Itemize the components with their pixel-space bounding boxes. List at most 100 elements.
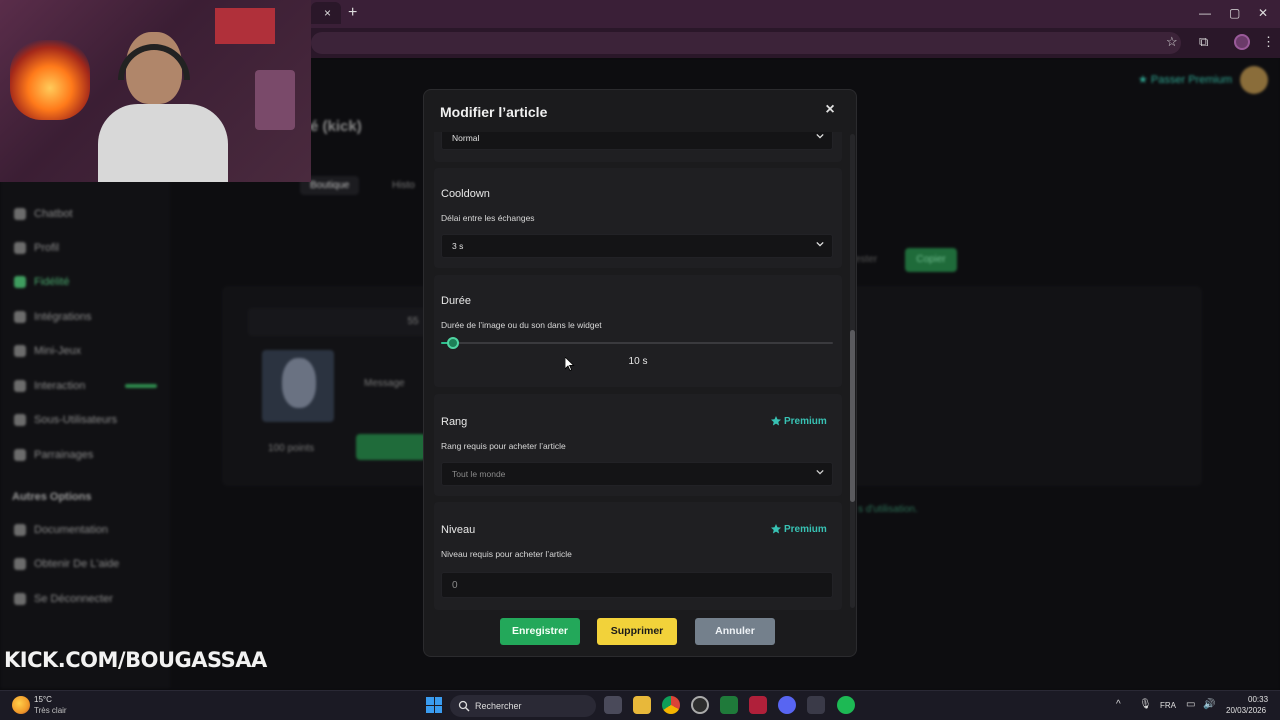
maximize-icon[interactable]: ▢ xyxy=(1229,6,1240,20)
sidebar-item-documentation[interactable]: Documentation xyxy=(14,524,108,536)
weather-icon[interactable] xyxy=(12,696,30,714)
user-avatar[interactable] xyxy=(1240,66,1268,94)
sidebar-item-sous-utilisateurs[interactable]: Sous-Utilisateurs xyxy=(14,414,117,426)
niveau-subtitle: Niveau requis pour acheter l’article xyxy=(441,549,572,559)
card-action-button[interactable] xyxy=(356,434,426,460)
chrome-icon[interactable] xyxy=(662,696,680,714)
clock-time[interactable]: 00:33 xyxy=(1248,695,1268,704)
sidebar-item-interaction[interactable]: Interaction xyxy=(14,380,85,392)
card-message-label: Message xyxy=(364,378,405,389)
flag-decoration xyxy=(215,8,275,44)
webcam-overlay xyxy=(0,0,311,182)
windows-start-icon[interactable] xyxy=(426,697,442,713)
sidebar-item-deconnexion[interactable]: Se Déconnecter xyxy=(14,593,113,605)
modal-scrollbar-thumb[interactable] xyxy=(850,330,855,502)
card-points: 100 points xyxy=(268,443,315,454)
spotify-icon[interactable] xyxy=(837,696,855,714)
minimize-icon[interactable]: — xyxy=(1199,6,1211,20)
duree-subtitle: Durée de l’image ou du son dans le widge… xyxy=(441,320,602,330)
app-icon-tray[interactable] xyxy=(807,696,825,714)
windows-taskbar: 15°C Très clair Rechercher ^ 🎙 FRA ▭ 🔊 0… xyxy=(0,690,1280,720)
app-icon-green[interactable] xyxy=(720,696,738,714)
clock-date[interactable]: 20/03/2026 xyxy=(1226,706,1266,715)
users-icon xyxy=(14,414,26,426)
weather-temperature: 15°C xyxy=(34,695,52,704)
close-icon[interactable]: × xyxy=(822,102,838,118)
menu-kebab-icon[interactable]: ⋮ xyxy=(1262,34,1275,50)
cancel-button[interactable]: Annuler xyxy=(695,618,775,645)
duree-section: Durée Durée de l’image ou du son dans le… xyxy=(434,275,842,387)
language-indicator[interactable]: FRA xyxy=(1160,701,1176,710)
save-button[interactable]: Enregistrer xyxy=(500,618,580,645)
delete-button[interactable]: Supprimer xyxy=(597,618,677,645)
rang-select-value: Tout le monde xyxy=(452,469,506,479)
niveau-input[interactable]: 0 xyxy=(441,572,833,598)
terms-link[interactable]: s d'utilisation. xyxy=(858,504,918,515)
duration-slider-track[interactable] xyxy=(441,342,833,344)
obs-icon[interactable] xyxy=(691,696,709,714)
speaker-icon[interactable]: 🔊 xyxy=(1203,699,1215,710)
referral-icon xyxy=(14,449,26,461)
file-explorer-icon[interactable] xyxy=(633,696,651,714)
star-icon xyxy=(771,416,781,426)
lamp-decoration xyxy=(255,70,295,130)
close-window-icon[interactable]: ✕ xyxy=(1258,6,1268,20)
cooldown-subtitle: Délai entre les échanges xyxy=(441,213,535,223)
mouse-cursor-icon xyxy=(565,357,575,371)
weather-description: Très clair xyxy=(34,706,67,715)
rang-select[interactable]: Tout le monde xyxy=(441,462,833,486)
star-icon xyxy=(771,524,781,534)
bookmark-star-icon[interactable]: ☆ xyxy=(1166,34,1178,50)
sidebar-section-header: Autres Options xyxy=(12,491,92,503)
modal-header: Modifier l’article × xyxy=(424,90,856,132)
chevron-up-icon[interactable]: ^ xyxy=(1116,699,1121,710)
loyalty-icon xyxy=(14,276,26,288)
sidebar: Chatbot Profil Fidélité Intégrations Min… xyxy=(0,178,170,688)
sidebar-item-chatbot[interactable]: Chatbot xyxy=(14,208,73,220)
copy-button[interactable]: Copier xyxy=(905,248,957,272)
sidebar-item-aide[interactable]: Obtenir De L'aide xyxy=(14,558,119,570)
page-title: é (kick) xyxy=(310,118,362,135)
sidebar-item-mini-jeux[interactable]: Mini-Jeux xyxy=(14,345,81,357)
duration-slider-handle[interactable] xyxy=(446,337,459,349)
modal-body[interactable]: Normal Cooldown Délai entre les échanges… xyxy=(424,132,856,610)
tab-close-icon[interactable]: × xyxy=(324,6,331,20)
type-select-value: Normal xyxy=(452,133,480,143)
discord-icon[interactable] xyxy=(778,696,796,714)
browser-profile-icon[interactable] xyxy=(1234,34,1250,50)
monitor-icon[interactable]: ▭ xyxy=(1186,699,1195,710)
duration-value: 10 s xyxy=(628,356,648,367)
type-select[interactable]: Normal xyxy=(441,132,833,150)
rang-section: Rang Premium Rang requis pour acheter l’… xyxy=(434,394,842,496)
sidebar-item-fidelite[interactable]: Fidélité xyxy=(14,276,69,288)
kick-channel-overlay: KICK.COM/BOUGASSAA xyxy=(3,647,268,673)
app-icon-red[interactable] xyxy=(749,696,767,714)
cooldown-section: Cooldown Délai entre les échanges 3 s xyxy=(434,168,842,268)
tab-historique[interactable]: Histo xyxy=(382,176,425,195)
screen: ★ Passer Premium é (kick) Boutique Histo… xyxy=(0,0,1280,720)
niveau-title: Niveau xyxy=(441,524,476,536)
chevron-down-icon xyxy=(816,469,824,475)
interaction-indicator xyxy=(125,384,157,388)
logout-icon xyxy=(14,593,26,605)
modal-footer: Enregistrer Supprimer Annuler xyxy=(424,618,856,648)
rang-title: Rang xyxy=(441,416,468,428)
streamer-figure xyxy=(98,24,228,182)
sidebar-item-parrainages[interactable]: Parrainages xyxy=(14,449,93,461)
extensions-icon[interactable]: ⧉ xyxy=(1199,34,1208,50)
sidebar-item-integrations[interactable]: Intégrations xyxy=(14,311,91,323)
help-icon xyxy=(14,558,26,570)
upgrade-premium-link[interactable]: ★ Passer Premium xyxy=(1138,73,1232,86)
address-bar[interactable] xyxy=(311,32,1181,54)
premium-badge: Premium xyxy=(770,523,827,535)
microphone-icon[interactable]: 🎙 xyxy=(1139,699,1152,710)
sidebar-item-profil[interactable]: Profil xyxy=(14,242,59,254)
taskbar-search[interactable]: Rechercher xyxy=(450,695,596,717)
new-tab-icon[interactable]: + xyxy=(348,4,357,22)
profile-icon xyxy=(14,242,26,254)
task-view-icon[interactable] xyxy=(604,696,622,714)
music-icon xyxy=(14,380,26,392)
cooldown-select[interactable]: 3 s xyxy=(441,234,833,258)
premium-label: Premium xyxy=(784,523,827,535)
document-icon xyxy=(14,524,26,536)
